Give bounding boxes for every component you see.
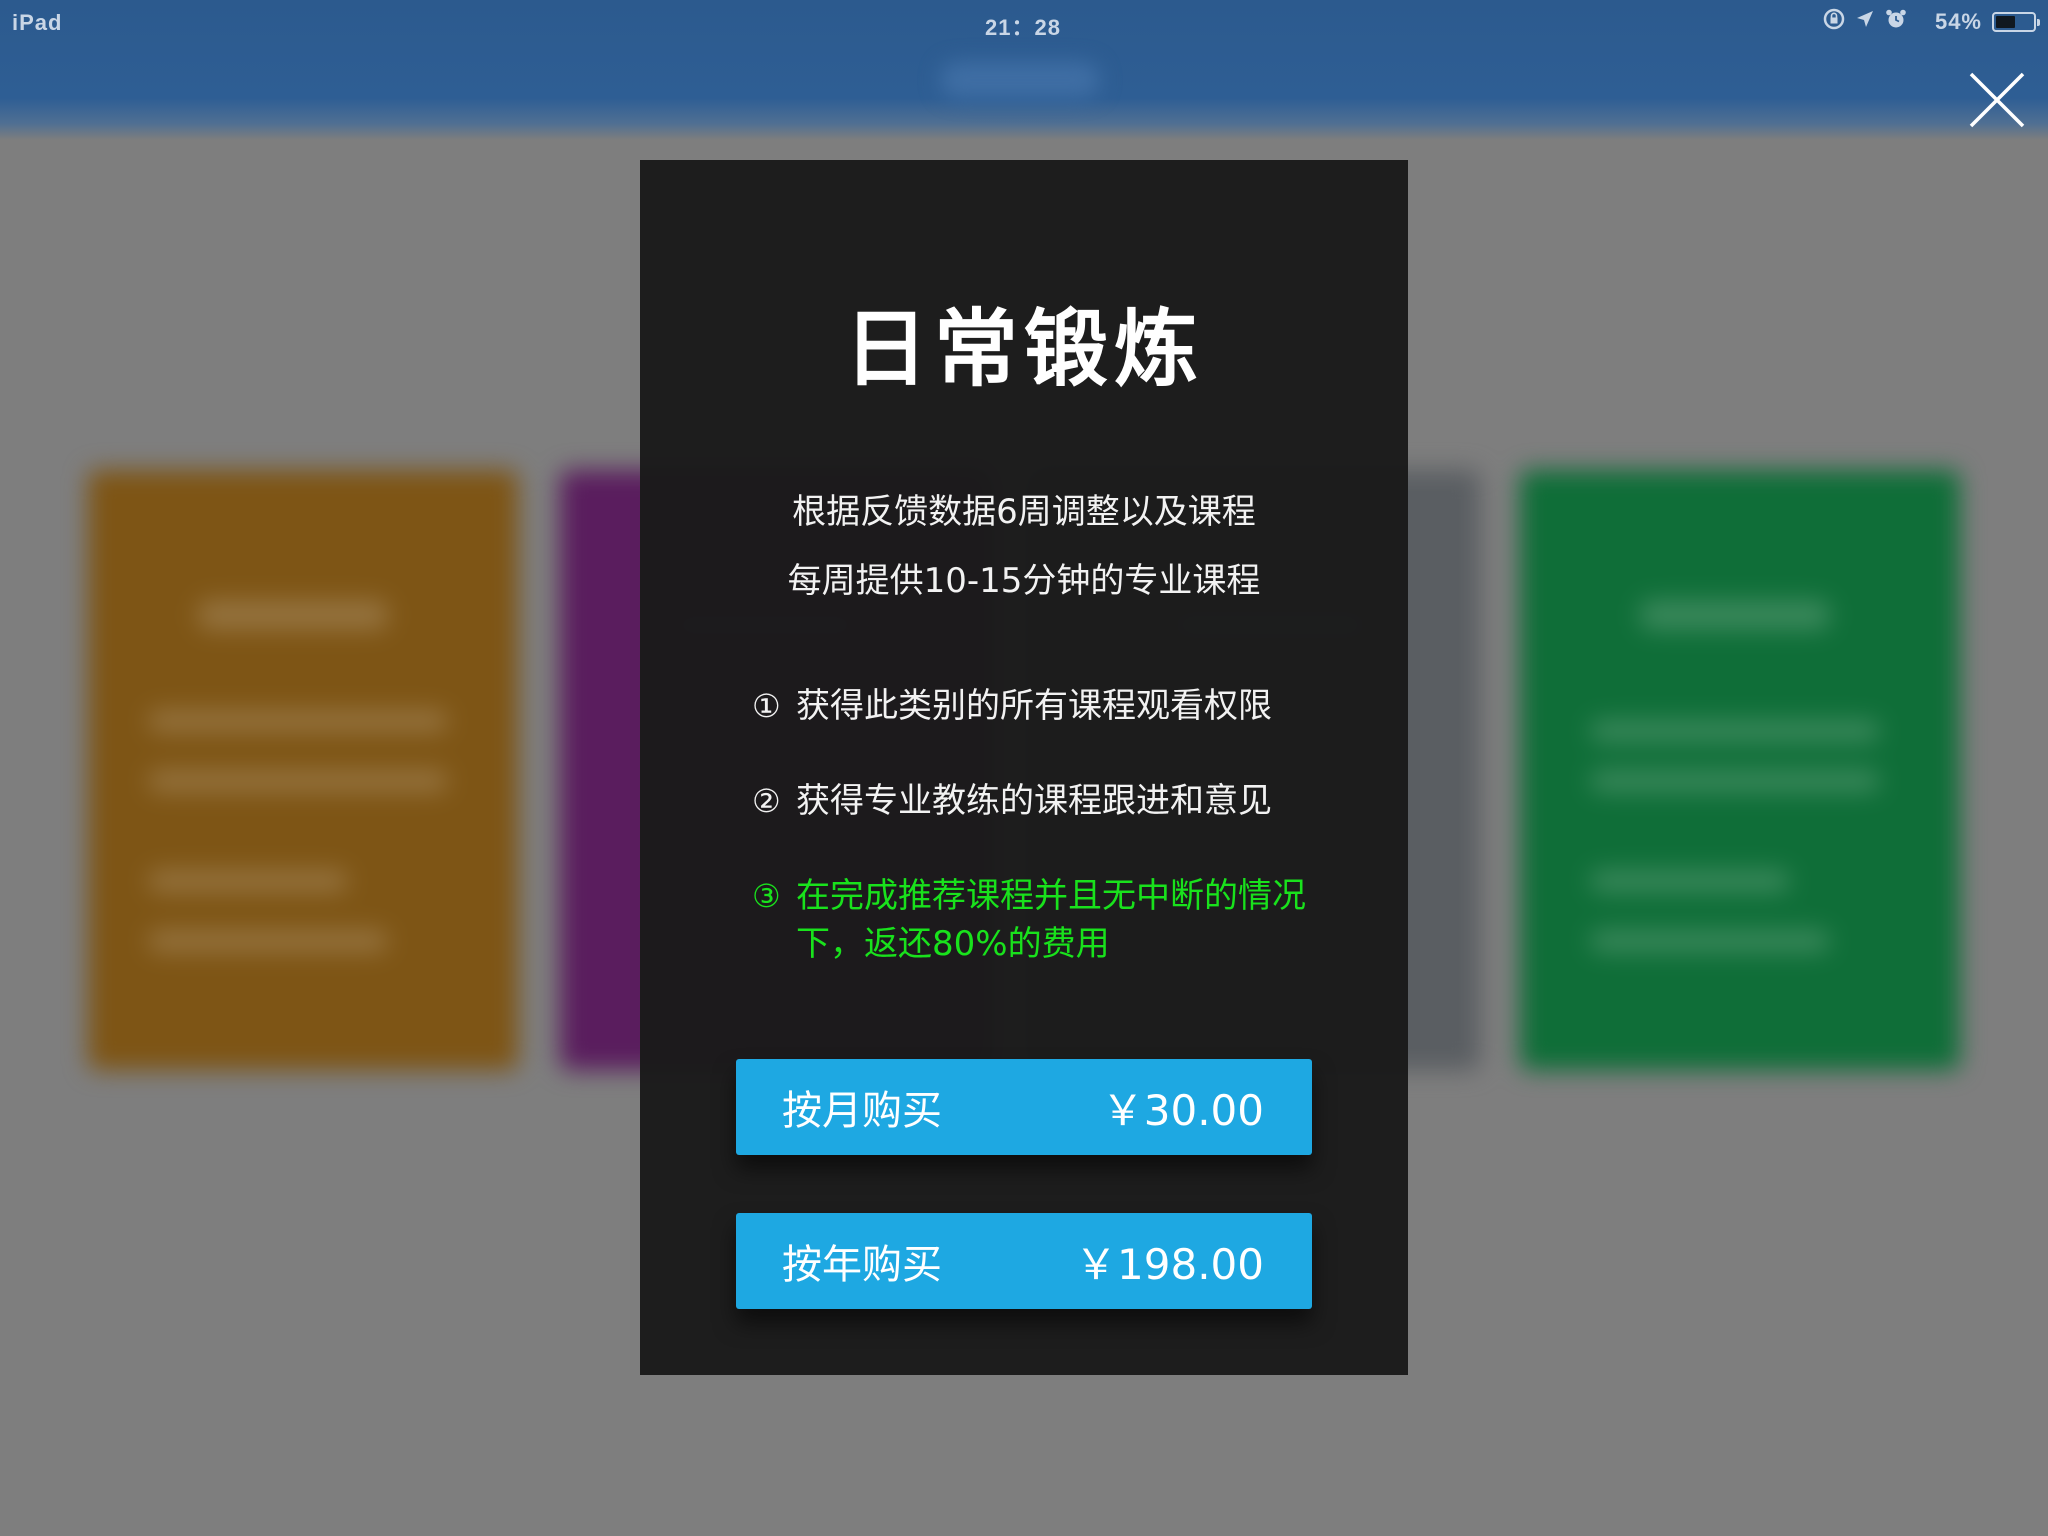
buy-yearly-button[interactable]: 按年购买 ￥198.00 xyxy=(736,1213,1312,1309)
screen: iPad 21：28 54% 日常锻炼 根据反馈数据6周调整以及课程 每周提供1… xyxy=(0,0,2048,1536)
benefit-text: 在完成推荐课程并且无中断的情况下，返还80%的费用 xyxy=(796,876,1306,964)
buy-monthly-price: ￥30.00 xyxy=(1101,1085,1264,1135)
status-bar: iPad 21：28 54% xyxy=(0,0,2048,44)
benefit-item-1: ① 获得此类别的所有课程观看权限 xyxy=(752,682,1312,730)
modal-description-line-2: 每周提供10-15分钟的专业课程 xyxy=(787,561,1261,601)
alarm-clock-icon xyxy=(1885,8,1907,36)
benefit-item-3: ③ 在完成推荐课程并且无中断的情况下，返还80%的费用 xyxy=(752,872,1312,968)
close-button[interactable] xyxy=(1965,68,2029,132)
close-icon xyxy=(1969,72,2025,128)
benefit-number: ③ xyxy=(752,877,781,915)
benefit-item-2: ② 获得专业教练的课程跟进和意见 xyxy=(752,777,1312,825)
battery-percent: 54% xyxy=(1934,9,1982,34)
modal-description-line-1: 根据反馈数据6周调整以及课程 xyxy=(792,492,1256,532)
rotation-lock-icon xyxy=(1823,8,1845,36)
status-indicators: 54% xyxy=(1823,8,2040,36)
subscription-modal: 日常锻炼 根据反馈数据6周调整以及课程 每周提供10-15分钟的专业课程 ① 获… xyxy=(640,160,1408,1375)
background-card-green xyxy=(1520,470,1960,1070)
status-time: 21：28 xyxy=(985,15,1061,40)
buy-yearly-price: ￥198.00 xyxy=(1075,1239,1264,1289)
benefit-text: 获得此类别的所有课程观看权限 xyxy=(796,686,1272,726)
battery-icon xyxy=(1992,12,2040,32)
benefit-number: ② xyxy=(752,782,781,820)
benefit-text: 获得专业教练的课程跟进和意见 xyxy=(796,781,1272,821)
modal-title: 日常锻炼 xyxy=(843,300,1204,398)
buy-monthly-label: 按月购买 xyxy=(782,1088,942,1134)
location-arrow-icon xyxy=(1855,9,1875,35)
buy-monthly-button[interactable]: 按月购买 ￥30.00 xyxy=(736,1059,1312,1155)
buy-yearly-label: 按年购买 xyxy=(782,1242,942,1288)
battery-level xyxy=(1996,16,2015,28)
benefit-number: ① xyxy=(752,687,781,725)
background-card-orange xyxy=(88,470,518,1070)
device-name: iPad xyxy=(12,10,63,35)
